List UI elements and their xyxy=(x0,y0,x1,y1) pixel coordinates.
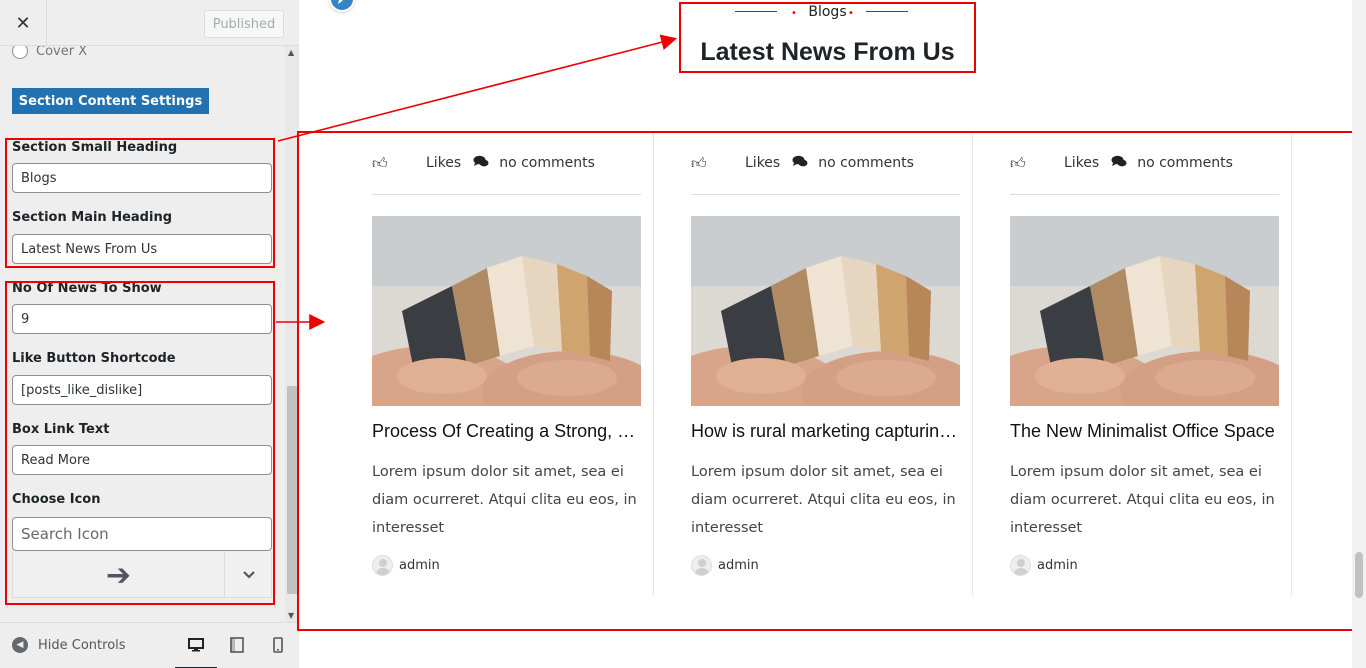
hide-controls-button[interactable]: ◀ Hide Controls xyxy=(12,637,126,653)
radio-label: Cover X xyxy=(36,46,88,59)
likes-label[interactable]: Likes xyxy=(426,155,461,171)
post-author[interactable]: admin xyxy=(372,555,440,576)
post-image[interactable] xyxy=(691,216,960,406)
annotation-box-news-settings xyxy=(5,281,275,605)
soap-bars-illustration xyxy=(691,216,960,406)
soap-bars-illustration xyxy=(372,216,641,406)
post-excerpt: Lorem ipsum dolor sit amet, sea ei diam … xyxy=(372,464,637,536)
heading-dot-right: • xyxy=(848,8,854,19)
annotation-box-headings xyxy=(5,138,275,268)
post-title[interactable]: How is rural marketing capturing the mar… xyxy=(691,421,961,442)
heading-line-right xyxy=(866,11,908,12)
post-author[interactable]: admin xyxy=(691,555,759,576)
sidebar-scroll-thumb[interactable] xyxy=(287,386,297,594)
author-name[interactable]: admin xyxy=(1037,558,1078,573)
customizer-header: ✕ Published xyxy=(0,0,299,46)
post-excerpt: Lorem ipsum dolor sit amet, sea ei diam … xyxy=(1010,464,1275,536)
desktop-preview-icon[interactable] xyxy=(175,635,217,668)
collapse-icon: ◀ xyxy=(12,637,28,653)
comments-icon xyxy=(473,155,489,172)
mobile-preview-icon[interactable] xyxy=(268,635,288,655)
card-meta: 👍︎ Likes no comments xyxy=(1010,151,1280,175)
section-content-settings-button[interactable]: Section Content Settings xyxy=(12,88,209,114)
post-excerpt: Lorem ipsum dolor sit amet, sea ei diam … xyxy=(691,464,956,536)
comments-icon xyxy=(1111,155,1127,172)
news-card: 👍︎ Likes no comments How is rural market… xyxy=(691,133,973,595)
preview-scroll-thumb[interactable] xyxy=(1355,552,1363,598)
tablet-preview-icon[interactable] xyxy=(227,635,247,655)
section-main-heading: Latest News From Us xyxy=(700,38,955,66)
avatar xyxy=(691,555,712,576)
post-author[interactable]: admin xyxy=(1010,555,1078,576)
avatar xyxy=(372,555,393,576)
post-image[interactable] xyxy=(372,216,641,406)
thumbs-up-icon[interactable]: 👍︎ xyxy=(372,154,388,173)
thumbs-up-icon[interactable]: 👍︎ xyxy=(1010,154,1026,173)
preview-scrollbar[interactable] xyxy=(1352,0,1366,668)
comments-link[interactable]: no comments xyxy=(499,155,595,171)
avatar xyxy=(1010,555,1031,576)
customizer-footer: ◀ Hide Controls xyxy=(0,622,299,668)
customizer-sidebar: ✕ Published Cover X Section Content Sett… xyxy=(0,0,299,668)
scroll-down-icon[interactable]: ▼ xyxy=(288,611,294,620)
author-name[interactable]: admin xyxy=(718,558,759,573)
comments-link[interactable]: no comments xyxy=(818,155,914,171)
close-icon[interactable]: ✕ xyxy=(0,0,47,46)
comments-icon xyxy=(792,155,808,172)
post-title[interactable]: Process Of Creating a Strong, Effective … xyxy=(372,421,642,442)
card-divider xyxy=(691,194,960,195)
section-small-heading: Blogs xyxy=(808,4,847,20)
hide-controls-label: Hide Controls xyxy=(38,637,126,653)
card-divider xyxy=(1010,194,1279,195)
post-title[interactable]: The New Minimalist Office Space xyxy=(1010,421,1280,442)
thumbs-up-icon[interactable]: 👍︎ xyxy=(691,154,707,173)
comments-link[interactable]: no comments xyxy=(1137,155,1233,171)
likes-label[interactable]: Likes xyxy=(745,155,780,171)
scroll-up-icon[interactable]: ▲ xyxy=(288,48,294,57)
likes-label[interactable]: Likes xyxy=(1064,155,1099,171)
section-heading-block: • Blogs • Latest News From Us xyxy=(679,2,976,73)
card-divider xyxy=(372,194,641,195)
radio-icon[interactable] xyxy=(12,46,28,59)
soap-bars-illustration xyxy=(1010,216,1279,406)
radio-cover-x[interactable]: Cover X xyxy=(12,46,87,59)
news-card: 👍︎ Likes no comments Process Of Creating… xyxy=(372,133,654,595)
card-meta: 👍︎ Likes no comments xyxy=(372,151,642,175)
post-image[interactable] xyxy=(1010,216,1279,406)
published-button[interactable]: Published xyxy=(204,10,284,38)
news-card: 👍︎ Likes no comments The New Minimalist … xyxy=(1010,133,1292,595)
card-meta: 👍︎ Likes no comments xyxy=(691,151,961,175)
author-name[interactable]: admin xyxy=(399,558,440,573)
